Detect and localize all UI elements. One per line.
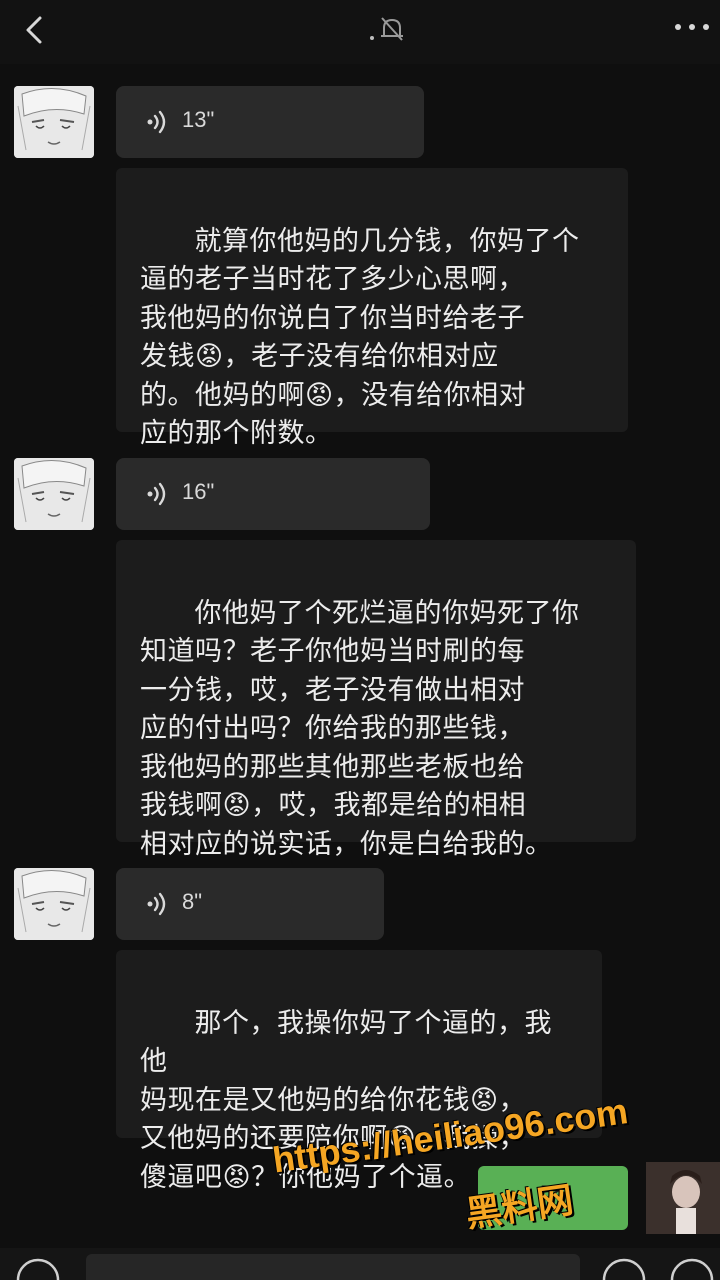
voice-wave-icon: [147, 482, 166, 506]
avatar[interactable]: [14, 458, 94, 530]
voice-message-bubble[interactable]: 8": [116, 868, 384, 940]
voice-message-bubble[interactable]: 13": [116, 86, 424, 158]
chat-header: [0, 0, 720, 64]
voice-message-bubble[interactable]: 16": [116, 458, 430, 530]
self-avatar-icon: [646, 1162, 720, 1234]
avatar-anime-icon: [14, 86, 94, 158]
avatar[interactable]: [14, 86, 94, 158]
voice-transcript-bubble: 就算你他妈的几分钱，你妈了个 逼的老子当时花了多少心思啊， 我他妈的你说白了你当…: [116, 168, 628, 449]
self-avatar[interactable]: [646, 1162, 720, 1234]
plus-icon[interactable]: [668, 1256, 716, 1280]
transcript-text: 就算你他妈的几分钱，你妈了个 逼的老子当时花了多少心思啊， 我他妈的你说白了你当…: [140, 225, 580, 450]
chat-screen: 13" 就算你他妈的几分钱，你妈了个 逼的老子当时花了多少心思啊， 我他妈的你说…: [0, 0, 720, 1280]
voice-duration: 13": [182, 107, 215, 132]
emoji-face-icon[interactable]: [600, 1256, 648, 1280]
back-arrow-icon[interactable]: [18, 12, 54, 48]
mute-bell-icon: [370, 17, 403, 41]
message-input[interactable]: [86, 1254, 580, 1280]
voice-wave-icon: [147, 892, 166, 916]
avatar[interactable]: [14, 868, 94, 940]
input-bar: [0, 1248, 720, 1280]
voice-duration: 16": [182, 479, 215, 504]
voice-toggle-icon[interactable]: [14, 1256, 62, 1280]
avatar-anime-icon: [14, 458, 94, 530]
voice-transcript-bubble: 你他妈了个死烂逼的你妈死了你 知道吗？老子你他妈当时刷的每 一分钱，哎，老子没有…: [116, 540, 636, 860]
voice-wave-icon: [147, 110, 166, 134]
more-dots-icon[interactable]: [672, 20, 712, 34]
voice-duration: 8": [182, 889, 203, 914]
avatar-anime-icon: [14, 868, 94, 940]
transcript-text: 你他妈了个死烂逼的你妈死了你 知道吗？老子你他妈当时刷的每 一分钱，哎，老子没有…: [140, 597, 580, 860]
